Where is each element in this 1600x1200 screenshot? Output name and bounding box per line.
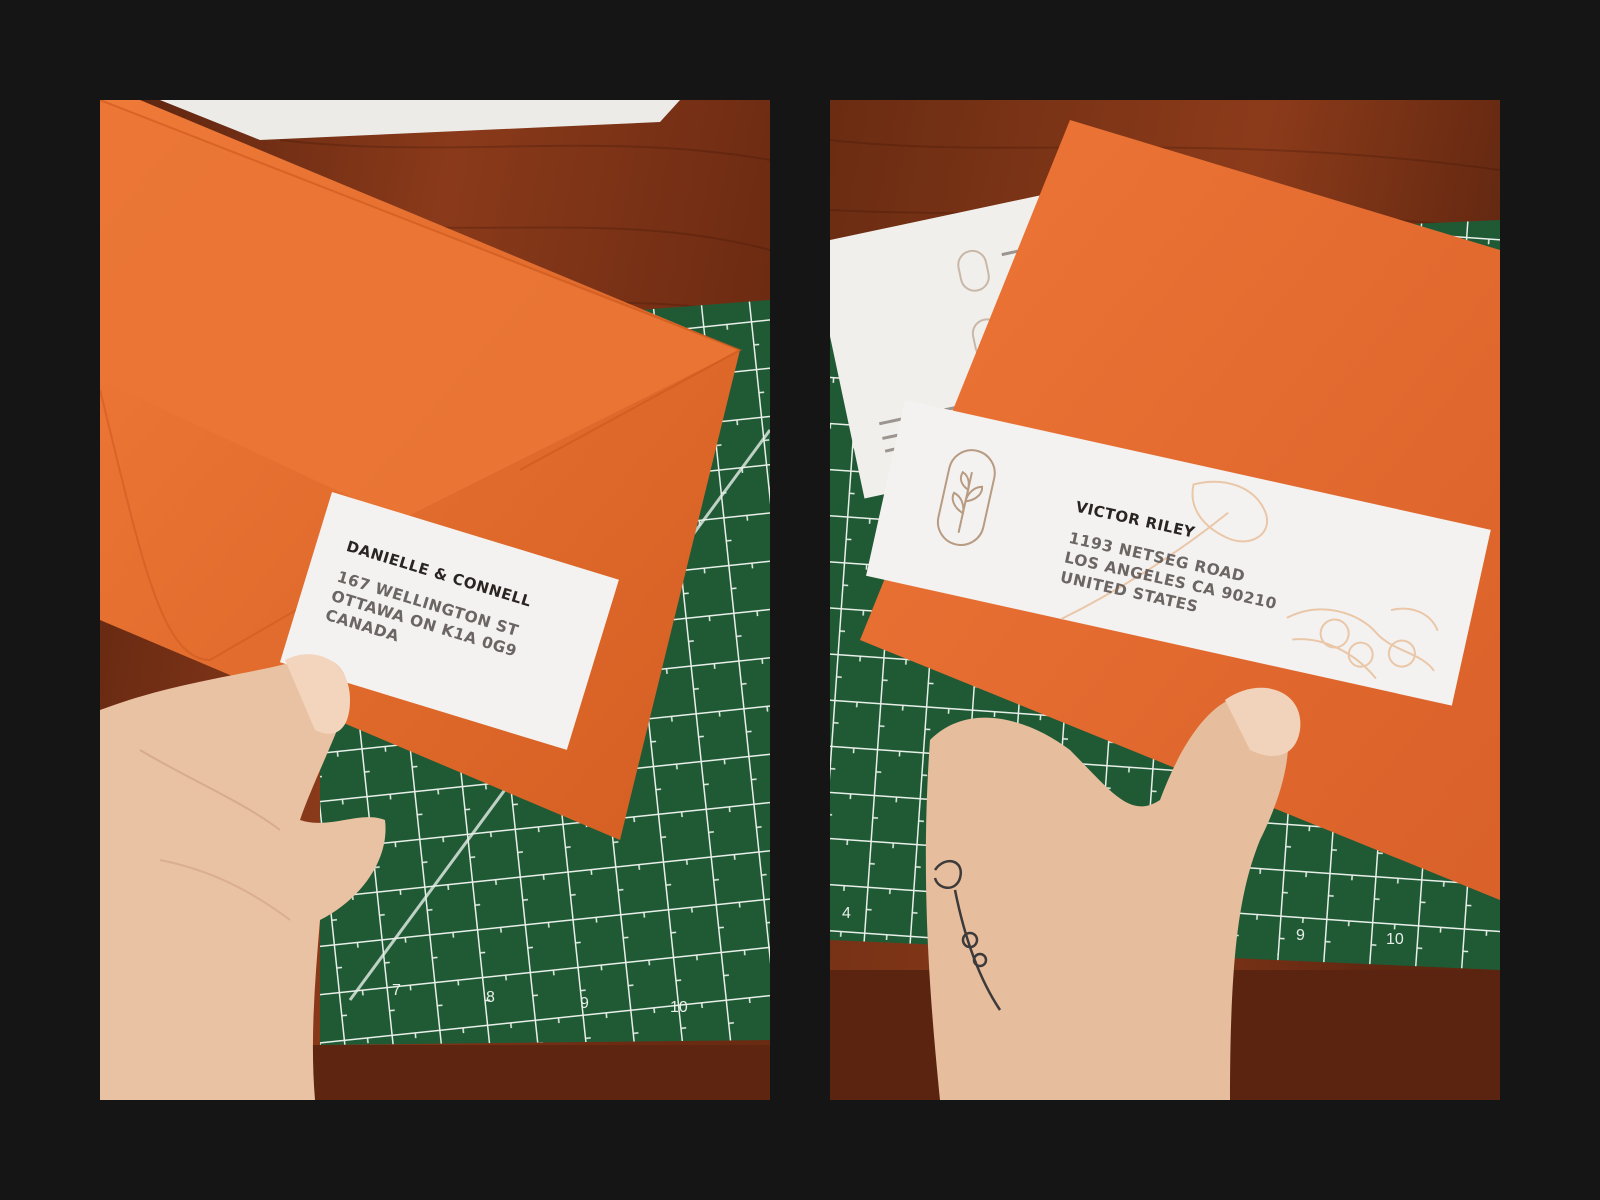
mat-number-4: 4 <box>842 905 851 922</box>
right-photo: 4 5 9 10 <box>830 100 1500 1100</box>
mat-number-9: 9 <box>1296 927 1305 944</box>
mat-number-9: 9 <box>580 995 589 1012</box>
mat-number-8: 8 <box>486 989 495 1006</box>
mat-number-10: 10 <box>670 999 688 1016</box>
mat-number-7: 7 <box>392 982 401 999</box>
right-photo-scene: 4 5 9 10 <box>830 100 1500 1100</box>
mat-number-10: 10 <box>1386 931 1404 948</box>
left-photo: 7 8 9 10 DANIELLE & CONNELL 167 WELLINGT… <box>100 100 770 1100</box>
left-photo-scene: 7 8 9 10 DANIELLE & CONNELL 167 WELLINGT… <box>100 100 770 1100</box>
